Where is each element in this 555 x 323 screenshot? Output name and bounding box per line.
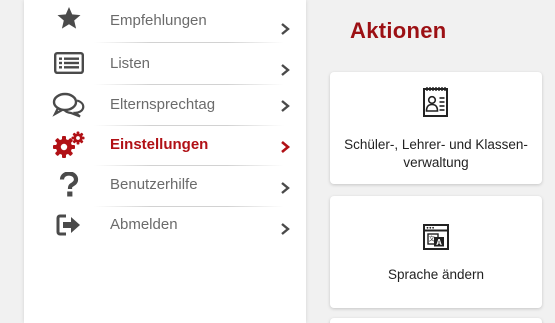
sidebar-item-abmelden[interactable]: Abmelden bbox=[24, 208, 306, 248]
svg-text:A: A bbox=[436, 238, 442, 247]
sidebar-item-label: Elternsprechtag bbox=[110, 96, 216, 113]
card-label: Schüler-, Lehrer- und Klassen-verwaltung bbox=[344, 137, 528, 170]
chevron-right-icon bbox=[281, 23, 290, 35]
chat-bubbles-icon bbox=[52, 90, 86, 120]
language-window-icon: A 文 bbox=[421, 222, 451, 254]
card-sprache-aendern[interactable]: A 文 Sprache ändern bbox=[330, 196, 542, 308]
divider bbox=[94, 84, 284, 85]
chevron-right-icon bbox=[281, 223, 290, 235]
sidebar-item-benutzerhilfe[interactable]: Benutzerhilfe bbox=[24, 167, 306, 207]
sidebar-item-einstellungen[interactable]: Einstellungen bbox=[24, 127, 306, 167]
sidebar-item-elternsprechtag[interactable]: Elternsprechtag bbox=[24, 86, 306, 126]
page-title: Aktionen bbox=[350, 18, 447, 43]
chevron-right-icon bbox=[281, 64, 290, 76]
chevron-right-icon bbox=[281, 141, 291, 153]
sidebar-item-label: Benutzerhilfe bbox=[110, 176, 198, 193]
star-icon bbox=[52, 3, 86, 33]
sidebar-item-listen[interactable]: Listen bbox=[24, 44, 306, 84]
divider bbox=[94, 42, 284, 43]
address-book-icon bbox=[421, 86, 451, 118]
divider bbox=[94, 165, 284, 166]
sidebar-item-label: Einstellungen bbox=[110, 136, 209, 153]
sidebar-item-label: Listen bbox=[110, 55, 151, 72]
sign-out-icon bbox=[52, 210, 86, 240]
question-mark-icon bbox=[52, 170, 86, 200]
divider bbox=[94, 206, 284, 207]
card-label: Sprache ändern bbox=[387, 267, 485, 282]
sidebar-item-empfehlungen[interactable]: Empfehlungen bbox=[24, 2, 306, 42]
chevron-right-icon bbox=[281, 182, 290, 194]
sidebar: Empfehlungen Listen Elternsprechtag Eins… bbox=[24, 0, 306, 323]
card-schueler-lehrer-klassenverwaltung[interactable]: Schüler-, Lehrer- und Klassen-verwaltung bbox=[330, 72, 542, 184]
sidebar-item-label: Abmelden bbox=[110, 216, 178, 233]
list-icon bbox=[52, 48, 86, 78]
svg-text:文: 文 bbox=[429, 235, 435, 243]
gears-icon bbox=[52, 130, 86, 160]
card-partial[interactable] bbox=[330, 318, 542, 323]
sidebar-item-label: Empfehlungen bbox=[110, 12, 207, 29]
chevron-right-icon bbox=[281, 100, 290, 112]
divider bbox=[94, 125, 284, 126]
